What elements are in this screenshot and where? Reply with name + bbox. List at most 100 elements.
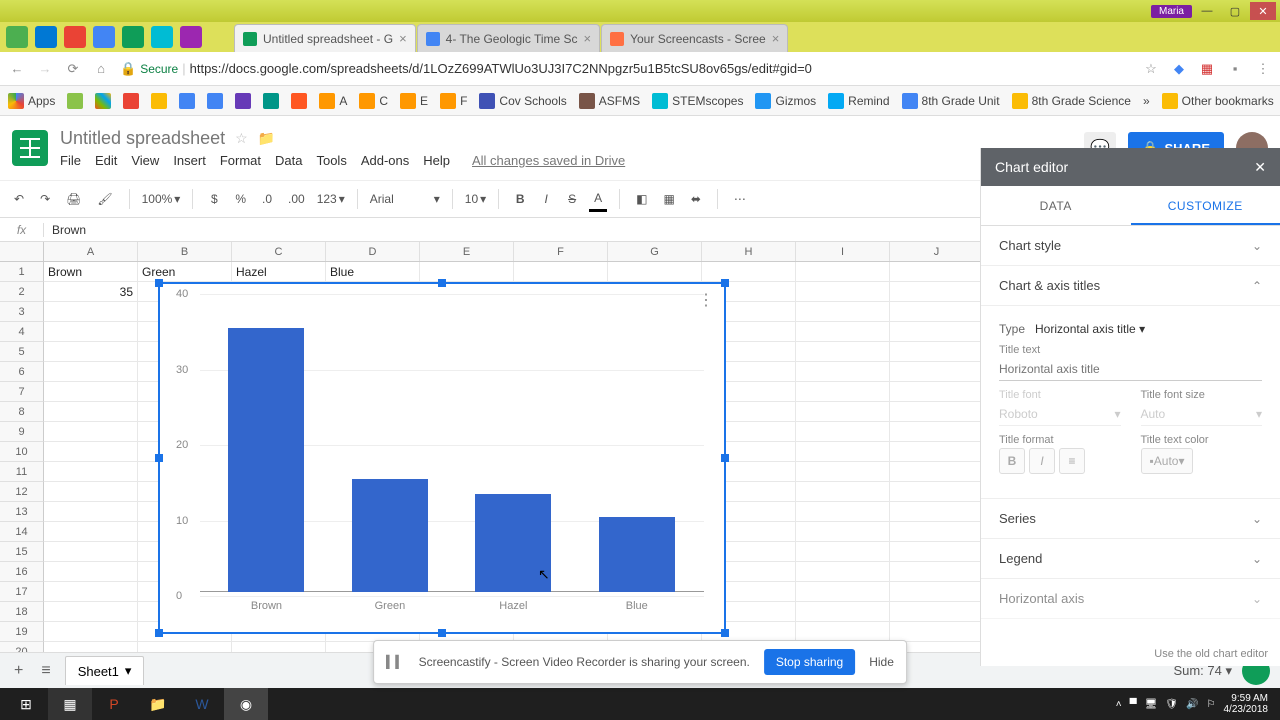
cell[interactable] [890,282,984,301]
pinned-tab[interactable] [35,26,57,48]
text-color-button[interactable]: A [589,187,607,212]
menu-data[interactable]: Data [275,153,302,168]
bookmark-item[interactable]: F [440,93,467,109]
cell[interactable] [890,622,984,641]
col-header[interactable]: J [890,242,984,261]
row-header[interactable]: 16 [0,562,44,582]
color-dropdown[interactable]: ▪ Auto ▾ [1141,448,1194,474]
section-horizontal-axis[interactable]: Horizontal axis⌄ [981,579,1280,619]
cell[interactable] [890,322,984,341]
home-button[interactable]: ⌂ [92,61,110,76]
bookmark-item[interactable]: Cov Schools [479,93,566,109]
cell[interactable] [796,522,890,541]
formula-input[interactable]: Brown [44,223,94,237]
tray-icon[interactable]: 🔊 [1186,699,1198,710]
row-header[interactable]: 4 [0,322,44,342]
star-icon[interactable]: ☆ [235,130,248,147]
tray-icon[interactable]: 🖥 [1145,699,1158,710]
cell[interactable] [44,502,138,521]
other-bookmarks[interactable]: Other bookmarks [1162,93,1274,109]
cell[interactable] [890,462,984,481]
cell[interactable] [44,602,138,621]
cell[interactable] [796,482,890,501]
cell[interactable] [702,262,796,281]
stop-sharing-button[interactable]: Stop sharing [764,649,855,675]
cell[interactable] [890,442,984,461]
percent-button[interactable]: % [231,188,250,210]
task-word[interactable]: W [180,688,224,720]
browser-tab[interactable]: Your Screencasts - Scree× [601,24,788,52]
print-button[interactable]: 🖨 [62,188,85,210]
bookmark-item[interactable] [207,93,223,109]
italic-button[interactable]: I [537,188,555,210]
bookmark-item[interactable]: Remind [828,93,889,109]
menu-view[interactable]: View [131,153,159,168]
close-icon[interactable]: × [584,31,592,46]
strike-button[interactable]: S [563,188,581,210]
cell[interactable] [796,282,890,301]
more-button[interactable]: ⋯ [730,188,750,210]
cell[interactable] [796,542,890,561]
task-explorer[interactable]: 📁 [136,688,180,720]
cell[interactable] [608,262,702,281]
cell[interactable] [44,382,138,401]
col-header[interactable]: H [702,242,796,261]
row-header[interactable]: 19 [0,622,44,642]
cell[interactable] [890,602,984,621]
cell[interactable] [890,482,984,501]
cell[interactable] [796,602,890,621]
menu-format[interactable]: Format [220,153,261,168]
cell[interactable] [514,262,608,281]
font-dropdown[interactable]: Arial ▾ [370,192,440,206]
cell[interactable] [44,562,138,581]
cell[interactable] [796,502,890,521]
cell[interactable] [44,522,138,541]
bold-button[interactable]: B [511,188,529,210]
tray-up-icon[interactable]: ˄ [1116,699,1122,710]
resize-handle[interactable] [438,629,446,637]
cell[interactable] [796,562,890,581]
cell[interactable]: Blue [326,262,420,281]
select-all-corner[interactable] [0,242,44,261]
col-header[interactable]: E [420,242,514,261]
menu-addons[interactable]: Add-ons [361,153,409,168]
save-status[interactable]: All changes saved in Drive [472,153,625,168]
number-format-dropdown[interactable]: 123 ▾ [317,192,345,206]
cell[interactable] [890,522,984,541]
close-icon[interactable]: ✕ [1254,159,1266,176]
cell[interactable] [890,422,984,441]
increase-decimal-button[interactable]: .00 [284,188,309,210]
cell[interactable] [796,582,890,601]
menu-help[interactable]: Help [423,153,450,168]
extension-icon[interactable]: ▦ [1198,61,1216,77]
title-font-dropdown[interactable]: Roboto▾ [999,403,1121,426]
cell[interactable] [796,402,890,421]
cell[interactable] [890,262,984,281]
resize-handle[interactable] [721,629,729,637]
row-header[interactable]: 14 [0,522,44,542]
cell[interactable] [44,462,138,481]
pinned-tab[interactable] [151,26,173,48]
resize-handle[interactable] [721,454,729,462]
add-sheet-button[interactable]: + [10,658,27,684]
row-header[interactable]: 9 [0,422,44,442]
back-button[interactable]: ← [8,61,26,76]
cell[interactable] [796,262,890,281]
cell[interactable] [890,562,984,581]
cell[interactable]: Brown [44,262,138,281]
bookmark-item[interactable]: 8th Grade Science [1012,93,1131,109]
cell[interactable] [796,442,890,461]
hide-button[interactable]: Hide [869,655,894,669]
row-header[interactable]: 10 [0,442,44,462]
borders-button[interactable]: ▦ [660,188,679,210]
cell[interactable] [890,582,984,601]
cell[interactable] [796,322,890,341]
cell[interactable] [44,442,138,461]
cell[interactable] [796,302,890,321]
fill-color-button[interactable]: ◧ [632,188,651,210]
resize-handle[interactable] [721,279,729,287]
apps-button[interactable]: Apps [8,93,55,109]
sheets-logo-icon[interactable] [12,130,48,166]
cell[interactable] [44,302,138,321]
section-chart-axis-titles[interactable]: Chart & axis titles⌃ [981,266,1280,306]
